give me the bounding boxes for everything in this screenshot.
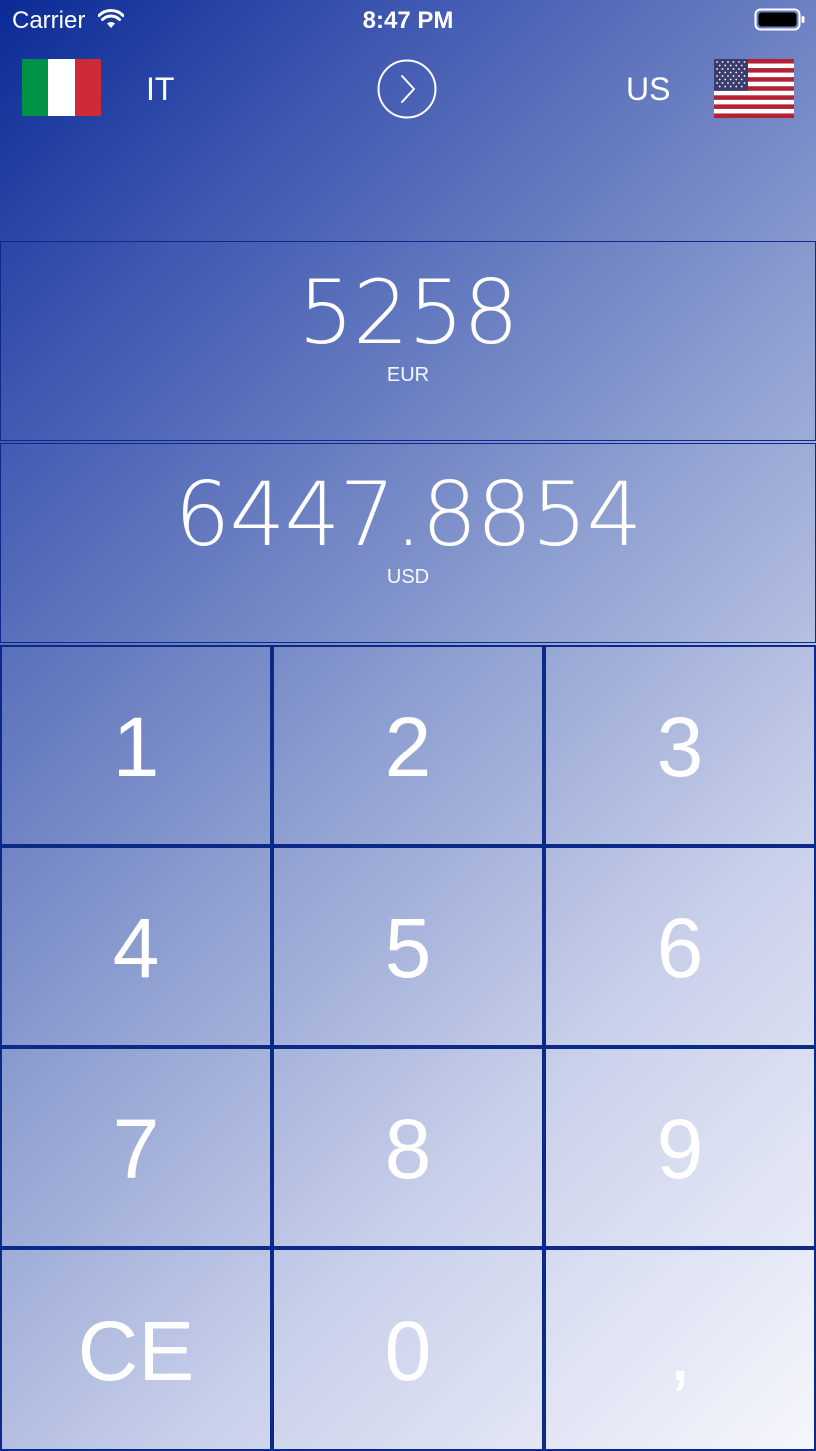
chevron-right-circle-icon xyxy=(377,59,437,119)
converted-amount-panel[interactable]: 6447.8854 USD xyxy=(0,443,816,643)
key-9[interactable]: 9 xyxy=(544,1047,816,1248)
key-8[interactable]: 8 xyxy=(272,1047,544,1248)
key-4[interactable]: 4 xyxy=(0,846,272,1047)
italy-flag-icon[interactable] xyxy=(22,59,101,116)
key-3[interactable]: 3 xyxy=(544,645,816,846)
from-country-code[interactable]: IT xyxy=(146,70,174,108)
decimal-comma-button[interactable]: , xyxy=(544,1248,816,1451)
swap-currencies-button[interactable] xyxy=(377,59,437,119)
source-amount: 5258 xyxy=(298,261,519,364)
clear-entry-button[interactable]: CE xyxy=(0,1248,272,1451)
source-amount-panel[interactable]: 5258 EUR xyxy=(0,241,816,441)
status-bar: Carrier 8:47 PM xyxy=(0,0,816,40)
key-2[interactable]: 2 xyxy=(272,645,544,846)
currency-selector-header: IT US xyxy=(0,40,816,140)
key-7[interactable]: 7 xyxy=(0,1047,272,1248)
to-country-code[interactable]: US xyxy=(626,70,670,108)
status-time: 8:47 PM xyxy=(362,7,454,34)
battery-icon xyxy=(754,8,806,37)
target-currency-label: USD xyxy=(386,566,430,588)
key-5[interactable]: 5 xyxy=(272,846,544,1047)
source-currency-label: EUR xyxy=(386,364,430,386)
key-1[interactable]: 1 xyxy=(0,645,272,846)
key-6[interactable]: 6 xyxy=(544,846,816,1047)
usa-flag-icon[interactable] xyxy=(714,59,794,118)
numeric-keypad: 1 2 3 4 5 6 7 8 9 CE 0 , xyxy=(0,645,816,1451)
converted-amount: 6447.8854 xyxy=(174,463,643,566)
key-0[interactable]: 0 xyxy=(272,1248,544,1451)
